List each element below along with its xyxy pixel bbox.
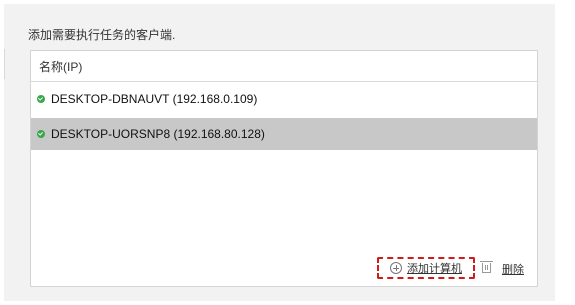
table-row[interactable]: DESKTOP-DBNAUVT (192.168.0.109) [31, 82, 537, 116]
client-table: 名称(IP) DESKTOP-DBNAUVT (192.168.0.109) D… [30, 50, 538, 287]
panel-edge-divider [4, 49, 5, 79]
add-computer-button[interactable]: 添加计算机 [377, 257, 475, 279]
instruction-text: 添加需要执行任务的客户端. [28, 28, 176, 42]
client-label: DESKTOP-UORSNP8 (192.168.80.128) [51, 127, 265, 141]
online-status-icon [37, 130, 45, 138]
delete-button[interactable]: 删除 [502, 261, 524, 277]
client-selection-panel: 添加需要执行任务的客户端. 名称(IP) DESKTOP-DBNAUVT (19… [4, 4, 555, 301]
client-label: DESKTOP-DBNAUVT (192.168.0.109) [51, 92, 258, 106]
table-row-selected[interactable]: DESKTOP-UORSNP8 (192.168.80.128) [31, 118, 537, 150]
table-actions: 添加计算机 删除 [31, 256, 537, 280]
column-header-label: 名称(IP) [39, 59, 83, 74]
online-status-icon [37, 95, 45, 103]
add-computer-label: 添加计算机 [407, 263, 462, 275]
trash-icon[interactable] [480, 261, 493, 273]
add-circle-icon [390, 262, 402, 274]
column-header-name-ip[interactable]: 名称(IP) [31, 51, 537, 82]
